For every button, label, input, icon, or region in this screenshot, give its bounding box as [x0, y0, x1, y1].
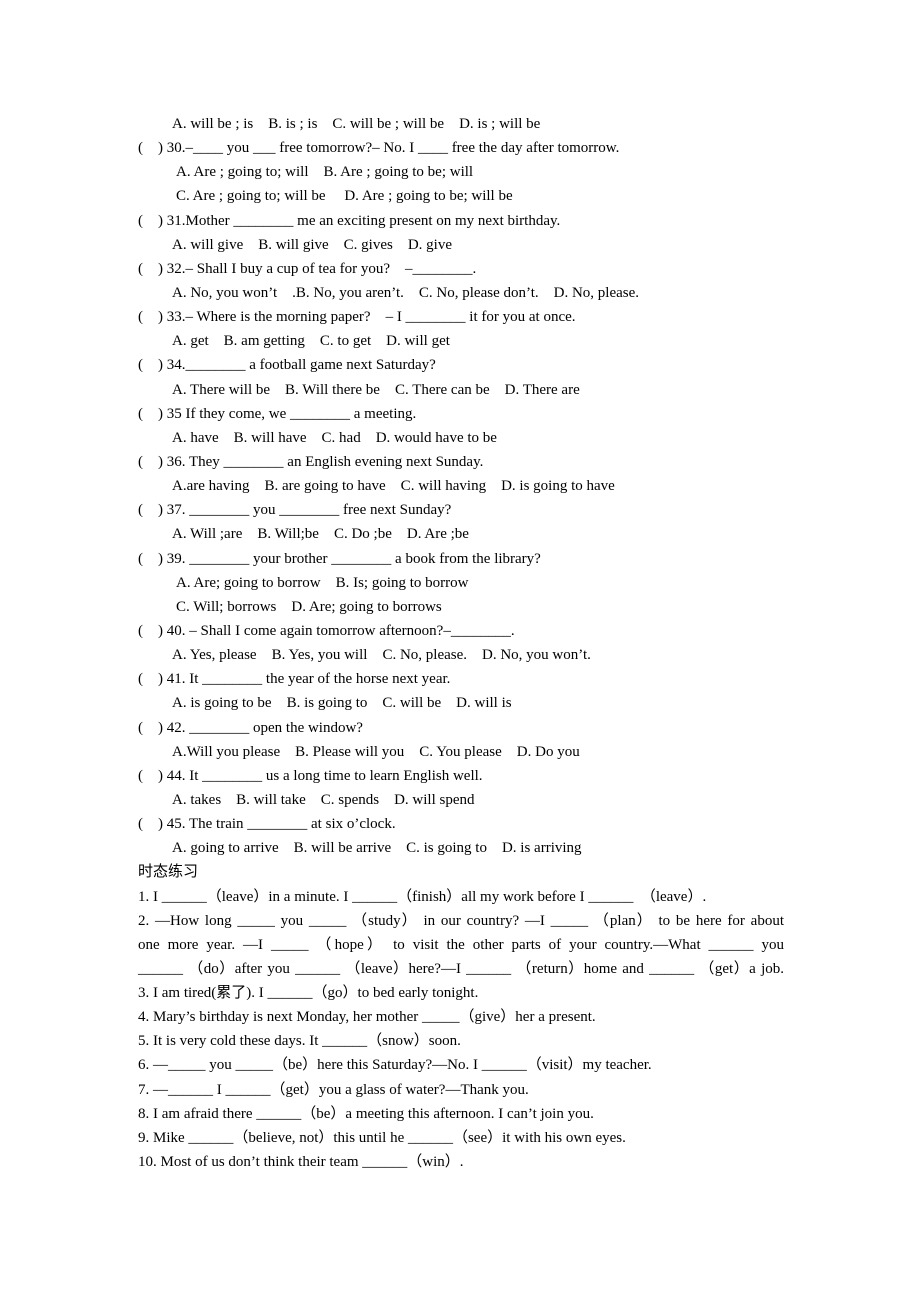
exercise-line: ______ （do）after you ______ （leave）here?… — [138, 960, 784, 977]
exercise-line: 1. I ______（leave）in a minute. I ______（… — [138, 888, 707, 905]
options-line: A. will be ; is B. is ; is C. will be ; … — [172, 116, 541, 132]
question-line: ( ) 44. It ________ us a long time to le… — [138, 767, 483, 784]
options-line: A. No, you won’t .B. No, you aren’t. C. … — [172, 284, 640, 301]
exercise-line: one more year. —I _____ （hope） to visit … — [138, 936, 784, 953]
options-line: A. Are; going to borrow B. Is; going to … — [176, 574, 469, 591]
exercise-line: 5. It is very cold these days. It ______… — [138, 1033, 461, 1050]
question-line: ( ) 41. It ________ the year of the hors… — [138, 671, 451, 688]
exercise-line: 2. —How long _____ you _____ （study） in … — [138, 912, 784, 929]
exercise-line: 4. Mary’s birthday is next Monday, her m… — [138, 1009, 596, 1026]
exercise-line: 3. I am tired(累了). I ______（go）to bed ea… — [138, 985, 479, 1002]
options-line: A. There will be B. Will there be C. The… — [172, 381, 580, 398]
exercise-line: 6. —_____ you _____（be）here this Saturda… — [138, 1057, 652, 1074]
section-heading: 时态练习 — [138, 864, 199, 881]
worksheet-page: A. will be ; is B. is ; is C. will be ; … — [138, 112, 784, 1174]
options-line: A. Yes, please B. Yes, you will C. No, p… — [172, 647, 591, 664]
options-line: A.Will you please B. Please will you C. … — [172, 743, 580, 760]
options-line: A. have B. will have C. had D. would hav… — [172, 429, 497, 446]
exercise-line: 7. —______ I ______（get）you a glass of w… — [138, 1081, 529, 1098]
options-line: A. get B. am getting C. to get D. will g… — [172, 333, 450, 350]
options-line: A.are having B. are going to have C. wil… — [172, 478, 615, 495]
options-line: A. Will ;are B. Will;be C. Do ;be D. Are… — [172, 526, 469, 543]
question-line: ( ) 42. ________ open the window? — [138, 719, 363, 736]
question-line: ( ) 37. ________ you ________ free next … — [138, 502, 452, 519]
question-line: ( ) 39. ________ your brother ________ a… — [138, 550, 541, 567]
question-line: ( ) 34.________ a football game next Sat… — [138, 357, 436, 374]
options-line: A. is going to be B. is going to C. will… — [172, 695, 512, 712]
question-line: ( ) 33.– Where is the morning paper? – I… — [138, 309, 576, 326]
options-line: C. Will; borrows D. Are; going to borrow… — [176, 598, 442, 615]
exercise-line: 8. I am afraid there ______（be）a meeting… — [138, 1105, 594, 1122]
exercise-line: 10. Most of us don’t think their team __… — [138, 1154, 464, 1171]
question-line: ( ) 40. – Shall I come again tomorrow af… — [138, 622, 515, 639]
options-line: A. going to arrive B. will be arrive C. … — [172, 840, 582, 857]
question-line: ( ) 31.Mother ________ me an exciting pr… — [138, 212, 561, 229]
options-line: A. will give B. will give C. gives D. gi… — [172, 236, 452, 253]
exercise-line: 9. Mike ______（believe, not）this until h… — [138, 1129, 626, 1146]
options-line: C. Are ; going to; will be D. Are ; goin… — [176, 188, 513, 205]
question-line: ( ) 30.–____ you ___ free tomorrow?– No.… — [138, 140, 620, 157]
question-line: ( ) 45. The train ________ at six o’cloc… — [138, 816, 396, 833]
question-line: ( ) 35 If they come, we ________ a meeti… — [138, 405, 417, 422]
question-line: ( ) 32.– Shall I buy a cup of tea for yo… — [138, 260, 477, 277]
options-line: A. takes B. will take C. spends D. will … — [172, 791, 475, 808]
question-line: ( ) 36. They ________ an English evening… — [138, 453, 484, 470]
options-line: A. Are ; going to; will B. Are ; going t… — [176, 164, 474, 181]
